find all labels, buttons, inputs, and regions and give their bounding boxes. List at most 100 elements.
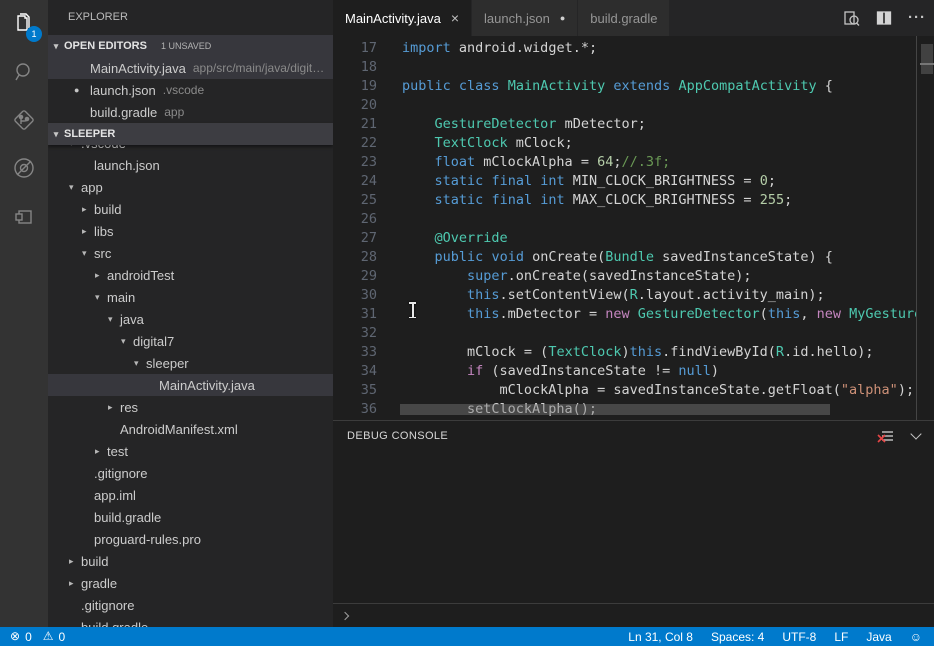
tree-item[interactable]: .gitignore <box>48 462 333 484</box>
line-number[interactable]: 22 <box>333 134 377 153</box>
panel-title[interactable]: DEBUG CONSOLE <box>347 430 448 442</box>
line-number[interactable]: 20 <box>333 96 377 115</box>
code-line[interactable]: 29 super.onCreate(savedInstanceState); <box>333 267 917 286</box>
split-editor-icon[interactable] <box>876 10 892 26</box>
tab-dirty-icon: ● <box>560 13 565 23</box>
line-number[interactable]: 35 <box>333 381 377 400</box>
tree-item[interactable]: app.iml <box>48 484 333 506</box>
tree-item[interactable]: build.gradle <box>48 506 333 528</box>
tree-item[interactable]: ▸test <box>48 440 333 462</box>
code-line[interactable]: 17import android.widget.*; <box>333 39 917 58</box>
tab-launch-json[interactable]: launch.json● <box>472 0 578 36</box>
open-editor-item[interactable]: build.gradleapp <box>48 101 333 123</box>
line-number[interactable]: 34 <box>333 362 377 381</box>
line-number[interactable]: 29 <box>333 267 377 286</box>
code-line[interactable]: 33 mClock = (TextClock)this.findViewById… <box>333 343 917 362</box>
tree-item[interactable]: build.gradle <box>48 616 333 627</box>
problems-status[interactable]: ⊗ 0 ⚠ 0 <box>0 627 71 646</box>
extensions-icon[interactable] <box>0 192 48 240</box>
line-number[interactable]: 30 <box>333 286 377 305</box>
code-line[interactable]: 25 static final int MAX_CLOCK_BRIGHTNESS… <box>333 191 917 210</box>
tab-mainactivity-java[interactable]: MainActivity.java× <box>333 0 472 36</box>
code-line[interactable]: 35 mClockAlpha = savedInstanceState.getF… <box>333 381 917 400</box>
horizontal-scrollbar-thumb[interactable] <box>400 404 830 415</box>
feedback-smiley-icon[interactable]: ☺ <box>910 630 922 644</box>
search-icon[interactable] <box>0 48 48 96</box>
close-panel-chevron-icon[interactable] <box>912 434 920 438</box>
debug-console-input[interactable] <box>333 603 934 627</box>
project-section-header[interactable]: ▾ SLEEPER <box>48 123 333 145</box>
tab-build-gradle[interactable]: build.gradle <box>578 0 670 36</box>
status-language-mode[interactable]: Java <box>866 630 891 644</box>
line-number[interactable]: 19 <box>333 77 377 96</box>
tree-item[interactable]: ▾main <box>48 286 333 308</box>
line-number[interactable]: 31 <box>333 305 377 324</box>
line-number[interactable]: 18 <box>333 58 377 77</box>
open-editor-item[interactable]: ●launch.json.vscode <box>48 79 333 101</box>
code-line[interactable]: 23 float mClockAlpha = 64;//.3f; <box>333 153 917 172</box>
tree-item[interactable]: MainActivity.java <box>48 374 333 396</box>
code-line[interactable]: 24 static final int MIN_CLOCK_BRIGHTNESS… <box>333 172 917 191</box>
line-number[interactable]: 32 <box>333 324 377 343</box>
code-line[interactable]: 27 @Override <box>333 229 917 248</box>
more-actions-icon[interactable]: ··· <box>908 13 926 23</box>
tree-item[interactable]: ▾sleeper <box>48 352 333 374</box>
status-bar-right: Ln 31, Col 8 Spaces: 4 UTF-8 LF Java ☺ <box>628 630 934 644</box>
tab-close-icon[interactable]: × <box>451 10 459 26</box>
vertical-scrollbar[interactable] <box>920 36 934 420</box>
tree-item[interactable]: ▸build <box>48 198 333 220</box>
tree-item[interactable]: launch.json <box>48 154 333 176</box>
explorer-icon[interactable]: 1 <box>0 0 48 48</box>
vertical-scrollbar-thumb[interactable] <box>921 44 933 74</box>
open-editors-header[interactable]: ▾ OPEN EDITORS 1 UNSAVED <box>48 35 333 57</box>
tree-item[interactable]: ▸libs <box>48 220 333 242</box>
line-number[interactable]: 33 <box>333 343 377 362</box>
code-line[interactable]: 22 TextClock mClock; <box>333 134 917 153</box>
code-line[interactable]: 34 if (savedInstanceState != null) <box>333 362 917 381</box>
tree-item[interactable]: ▸res <box>48 396 333 418</box>
line-number[interactable]: 23 <box>333 153 377 172</box>
token: savedInstanceState) { <box>654 249 833 265</box>
debug-icon[interactable] <box>0 144 48 192</box>
open-editor-item[interactable]: MainActivity.javaapp/src/main/java/digit… <box>48 57 333 79</box>
line-number[interactable]: 27 <box>333 229 377 248</box>
line-number[interactable]: 36 <box>333 400 377 419</box>
line-number[interactable]: 28 <box>333 248 377 267</box>
code-line[interactable]: 28 public void onCreate(Bundle savedInst… <box>333 248 917 267</box>
open-editor-name: MainActivity.java <box>90 61 186 76</box>
code-line[interactable]: 30 this.setContentView(R.layout.activity… <box>333 286 917 305</box>
clear-console-icon[interactable] <box>877 429 894 444</box>
tree-item[interactable]: AndroidManifest.xml <box>48 418 333 440</box>
code-line[interactable]: 21 GestureDetector mDetector; <box>333 115 917 134</box>
source-control-icon[interactable] <box>0 96 48 144</box>
line-number[interactable]: 25 <box>333 191 377 210</box>
tree-item[interactable]: ▾digital7 <box>48 330 333 352</box>
tree-item[interactable]: proguard-rules.pro <box>48 528 333 550</box>
code-line[interactable]: 31 this.mDetector = new GestureDetector(… <box>333 305 917 324</box>
tree-item[interactable]: ▸build <box>48 550 333 572</box>
tree-item[interactable]: .gitignore <box>48 594 333 616</box>
code-line[interactable]: 26 <box>333 210 917 229</box>
twisty-closed-icon: ▸ <box>82 226 94 237</box>
tree-item[interactable]: ▾java <box>48 308 333 330</box>
code-line[interactable]: 20 <box>333 96 917 115</box>
tree-item[interactable]: ▸androidTest <box>48 264 333 286</box>
status-indentation[interactable]: Spaces: 4 <box>711 630 764 644</box>
tree-item[interactable]: ▾app <box>48 176 333 198</box>
status-encoding[interactable]: UTF-8 <box>782 630 816 644</box>
tree-item[interactable]: ▸gradle <box>48 572 333 594</box>
status-eol[interactable]: LF <box>834 630 848 644</box>
code-editor[interactable]: 16import android.support.v7.app.AppCompa… <box>333 36 934 420</box>
line-number[interactable]: 24 <box>333 172 377 191</box>
code-line[interactable]: 18 <box>333 58 917 77</box>
line-number[interactable]: 21 <box>333 115 377 134</box>
tree-item[interactable]: ▾src <box>48 242 333 264</box>
code-line[interactable]: 32 <box>333 324 917 343</box>
search-file-icon[interactable] <box>843 10 860 27</box>
line-number[interactable]: 17 <box>333 39 377 58</box>
line-number[interactable]: 26 <box>333 210 377 229</box>
tree-item[interactable]: ▾.vscode <box>48 145 333 154</box>
token: AppCompatActivity <box>678 78 816 94</box>
status-cursor-position[interactable]: Ln 31, Col 8 <box>628 630 693 644</box>
code-line[interactable]: 19public class MainActivity extends AppC… <box>333 77 917 96</box>
